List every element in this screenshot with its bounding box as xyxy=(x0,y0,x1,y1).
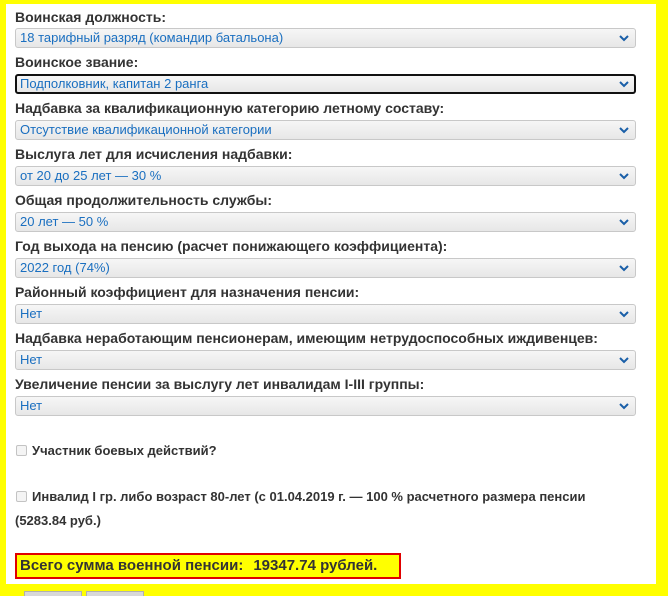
select-service-length-bonus[interactable]: от 20 до 25 лет — 30 % xyxy=(15,166,636,186)
combat-veteran-label: Участник боевых действий? xyxy=(32,443,217,458)
select-military-rank-value: Подполковник, капитан 2 ранга xyxy=(20,76,209,91)
chevron-down-icon xyxy=(619,311,629,318)
select-flight-qualification-value: Отсутствие квалификационной категории xyxy=(20,122,272,137)
select-retirement-year-value: 2022 год (74%) xyxy=(20,260,110,275)
label-disability-increase: Увеличение пенсии за выслугу лет инвалид… xyxy=(15,376,425,392)
disabled-or-80-label: Инвалид I гр. либо возраст 80-лет (с 01.… xyxy=(32,489,586,504)
chevron-down-icon xyxy=(619,403,629,410)
chevron-down-icon xyxy=(619,35,629,42)
label-total-service: Общая продолжительность службы: xyxy=(15,192,273,208)
chevron-down-icon xyxy=(619,173,629,180)
select-dependents-bonus[interactable]: Нет xyxy=(15,350,636,370)
select-total-service-value: 20 лет — 50 % xyxy=(20,214,109,229)
bottom-tab-2[interactable] xyxy=(86,591,144,596)
calculator-panel: Воинская должность: 18 тарифный разряд (… xyxy=(6,4,656,584)
select-military-position-value: 18 тарифный разряд (командир батальона) xyxy=(20,30,284,45)
disabled-or-80-label-cont: (5283.84 руб.) xyxy=(15,513,101,528)
total-pension-label: Всего сумма военной пенсии: xyxy=(20,557,244,574)
select-regional-coefficient-value: Нет xyxy=(20,306,43,321)
chevron-down-icon xyxy=(619,219,629,226)
total-pension-box: Всего сумма военной пенсии: 19347.74 рубл… xyxy=(15,553,401,579)
select-dependents-bonus-value: Нет xyxy=(20,352,43,367)
label-retirement-year: Год выхода на пенсию (расчет понижающего… xyxy=(15,238,448,254)
chevron-down-icon xyxy=(619,81,629,88)
label-military-position: Воинская должность: xyxy=(15,9,167,25)
select-disability-increase[interactable]: Нет xyxy=(15,396,636,416)
chevron-down-icon xyxy=(619,127,629,134)
select-flight-qualification[interactable]: Отсутствие квалификационной категории xyxy=(15,120,636,140)
bottom-tab-1[interactable] xyxy=(24,591,82,596)
label-dependents-bonus: Надбавка неработающим пенсионерам, имеющ… xyxy=(15,330,598,346)
label-military-rank: Воинское звание: xyxy=(15,54,139,70)
select-retirement-year[interactable]: 2022 год (74%) xyxy=(15,258,636,278)
combat-veteran-checkbox[interactable] xyxy=(16,445,27,456)
chevron-down-icon xyxy=(619,265,629,272)
chevron-down-icon xyxy=(619,357,629,364)
select-regional-coefficient[interactable]: Нет xyxy=(15,304,636,324)
label-service-length-bonus: Выслуга лет для исчисления надбавки: xyxy=(15,146,293,162)
select-service-length-bonus-value: от 20 до 25 лет — 30 % xyxy=(20,168,162,183)
label-regional-coefficient: Районный коэффициент для назначения пенс… xyxy=(15,284,360,300)
total-pension-amount: 19347.74 рублей. xyxy=(253,557,378,574)
select-total-service[interactable]: 20 лет — 50 % xyxy=(15,212,636,232)
select-disability-increase-value: Нет xyxy=(20,398,43,413)
select-military-rank[interactable]: Подполковник, капитан 2 ранга xyxy=(15,74,636,94)
label-flight-qualification: Надбавка за квалификационную категорию л… xyxy=(15,100,445,116)
select-military-position[interactable]: 18 тарифный разряд (командир батальона) xyxy=(15,28,636,48)
disabled-or-80-checkbox[interactable] xyxy=(16,491,27,502)
